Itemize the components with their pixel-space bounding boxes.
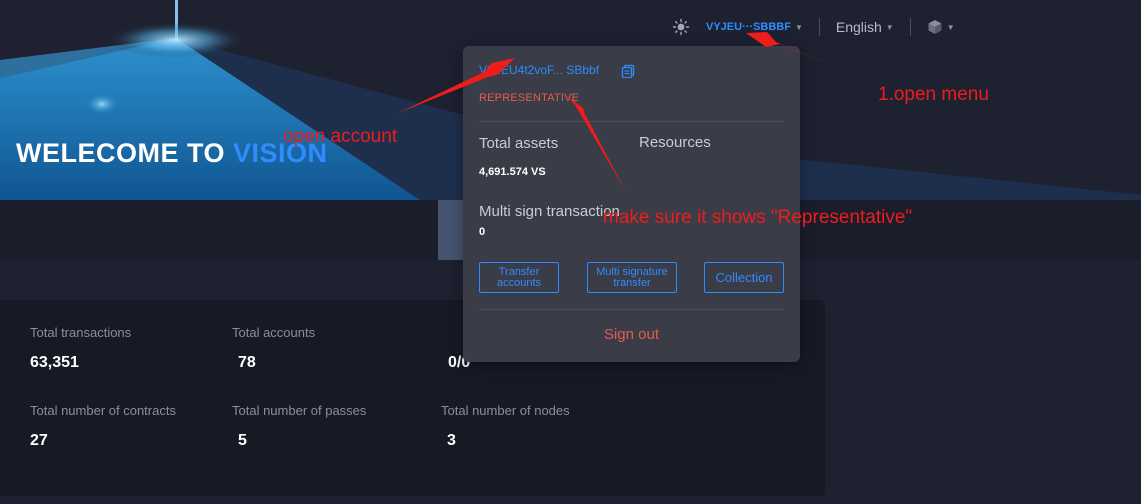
- stat-label: Total transactions: [30, 325, 132, 340]
- annotation-open-account: open account: [283, 126, 398, 147]
- transfer-accounts-button[interactable]: Transfer accounts: [479, 262, 559, 293]
- account-dropdown: VYJEU4t2voF... SBbbf REPRESENTATIVE Tota…: [463, 46, 800, 362]
- total-assets-label: Total assets: [479, 135, 559, 152]
- stat-value: 63,351: [30, 354, 79, 371]
- sign-out-button[interactable]: Sign out: [463, 326, 800, 343]
- total-assets-value: 4,691.574 VS: [479, 166, 546, 178]
- resources-label: Resources: [639, 134, 711, 151]
- top-controls: VYJEU···SBBBF ▼ English ▼ ▼: [672, 14, 955, 40]
- divider: [479, 309, 784, 310]
- stat-total-nodes: Total number of nodes 3: [441, 403, 570, 450]
- language-selector[interactable]: English ▼: [836, 19, 894, 35]
- stat-value: 27: [30, 432, 48, 449]
- account-menu-button[interactable]: VYJEU···SBBBF ▼: [706, 21, 803, 33]
- stat-total-accounts: Total accounts 78: [232, 325, 315, 372]
- stat-value: 3: [447, 432, 456, 449]
- annotation-representative-note: make sure it shows "Representative": [603, 207, 913, 228]
- welcome-title: WELECOME TO VISION: [16, 138, 328, 169]
- copy-icon[interactable]: [621, 64, 635, 78]
- account-address-link[interactable]: VYJEU4t2voF... SBbbf: [479, 63, 599, 77]
- multisign-label: Multi sign transaction: [479, 203, 620, 220]
- collection-button[interactable]: Collection: [704, 262, 784, 293]
- chevron-down-icon: ▼: [885, 22, 894, 32]
- stat-label: Total number of passes: [232, 403, 367, 418]
- welcome-prefix: WELECOME TO: [16, 138, 234, 168]
- stat-label: Total accounts: [232, 325, 316, 340]
- chevron-down-icon: ▼: [794, 22, 803, 32]
- network-selector[interactable]: ▼: [927, 19, 955, 35]
- divider: [909, 18, 911, 36]
- divider: [818, 18, 820, 36]
- cube-icon: [928, 20, 942, 34]
- stat-label: Total number of nodes: [441, 403, 570, 418]
- multi-signature-transfer-button[interactable]: Multi signature transfer: [587, 262, 677, 293]
- account-address-short: VYJEU···SBBBF: [706, 21, 791, 33]
- stat-total-transactions: Total transactions 63,351: [30, 325, 131, 372]
- stat-value: 5: [238, 432, 247, 449]
- language-label: English: [835, 19, 882, 35]
- stat-label: Total number of contracts: [30, 403, 176, 418]
- stat-value: 78: [238, 354, 256, 371]
- stat-total-passes: Total number of passes 5: [232, 403, 366, 450]
- stat-total-contracts: Total number of contracts 27: [30, 403, 176, 450]
- account-role-badge: REPRESENTATIVE: [479, 92, 580, 104]
- sub-bar-accent: [438, 200, 466, 260]
- annotation-open-menu: 1.open menu: [878, 84, 989, 105]
- chevron-down-icon: ▼: [946, 22, 955, 32]
- theme-sun-icon[interactable]: [672, 18, 690, 36]
- divider: [479, 121, 784, 122]
- multisign-value: 0: [479, 226, 486, 238]
